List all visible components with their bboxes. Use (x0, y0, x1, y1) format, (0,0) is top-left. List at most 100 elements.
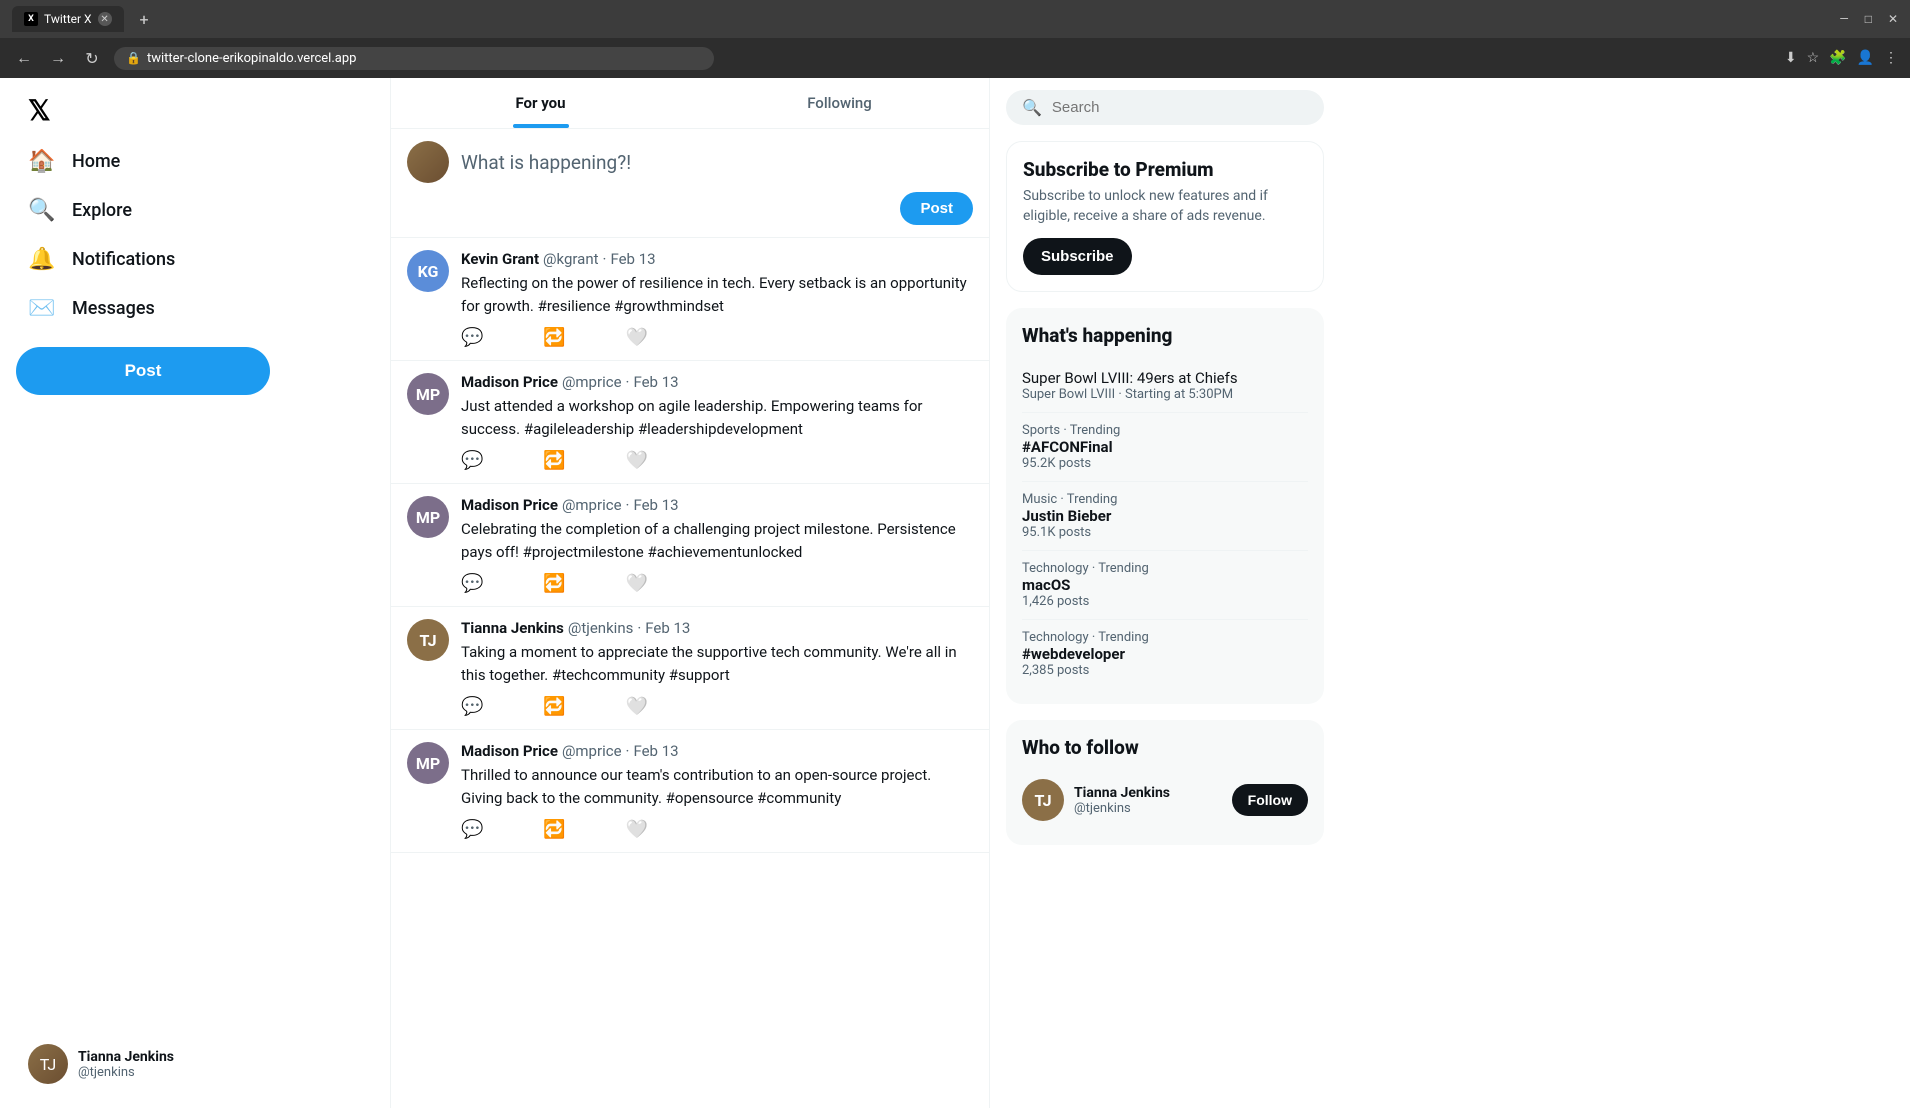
follow-info: Tianna Jenkins @tjenkins (1074, 785, 1222, 816)
like-button[interactable]: 🤍 (626, 819, 648, 840)
tweet-avatar: KG (407, 250, 449, 292)
address-bar[interactable]: 🔒 twitter-clone-erikopinaldo.vercel.app (114, 47, 714, 70)
sidebar-item-explore[interactable]: 🔍 Explore (16, 188, 374, 233)
trend-item-bieber[interactable]: Music · Trending Justin Bieber 95.1K pos… (1022, 482, 1308, 551)
main-feed: For you Following What is happening?! Po… (390, 78, 990, 1108)
like-button[interactable]: 🤍 (626, 450, 648, 471)
subscribe-button[interactable]: Subscribe (1023, 238, 1132, 275)
sidebar-item-home[interactable]: 🏠 Home (16, 139, 374, 184)
tweet-actions: 💬 🔁 🤍 (461, 819, 973, 840)
retweet-button[interactable]: 🔁 (543, 450, 565, 471)
tweet-actions: 💬 🔁 🤍 (461, 573, 973, 594)
tweet-item[interactable]: TJ Tianna Jenkins @tjenkins · Feb 13 Tak… (391, 607, 989, 730)
compose-post-button[interactable]: Post (900, 192, 973, 225)
profile-icon[interactable]: 👤 (1857, 50, 1874, 66)
like-button[interactable]: 🤍 (626, 573, 648, 594)
twitter-logo[interactable]: 𝕏 (16, 86, 374, 135)
user-name: Tianna Jenkins (78, 1049, 174, 1065)
sidebar: 𝕏 🏠 Home 🔍 Explore 🔔 Notifications ✉️ Me… (0, 78, 390, 1108)
minimize-button[interactable]: — (1839, 12, 1848, 26)
tweet-date: Feb 13 (633, 742, 678, 760)
avatar-image: TJ (28, 1044, 68, 1084)
maximize-button[interactable]: □ (1865, 12, 1872, 26)
follow-handle: @tjenkins (1074, 801, 1222, 816)
search-icon: 🔍 (1022, 98, 1042, 117)
retweet-button[interactable]: 🔁 (543, 327, 565, 348)
tweet-separator: · (626, 742, 630, 760)
reply-button[interactable]: 💬 (461, 819, 483, 840)
trend-name: #webdeveloper (1022, 645, 1308, 663)
tab-close-button[interactable]: ✕ (98, 12, 112, 26)
follow-item: TJ Tianna Jenkins @tjenkins Follow (1022, 771, 1308, 829)
search-input[interactable] (1052, 99, 1308, 116)
tweet-date: Feb 13 (633, 496, 678, 514)
home-icon: 🏠 (28, 149, 56, 174)
trend-item-webdev[interactable]: Technology · Trending #webdeveloper 2,38… (1022, 620, 1308, 688)
trend-item-afcon[interactable]: Sports · Trending #AFCONFinal 95.2K post… (1022, 413, 1308, 482)
browser-titlebar: X Twitter X ✕ + — □ ✕ (0, 0, 1910, 38)
sidebar-item-messages[interactable]: ✉️ Messages (16, 286, 374, 331)
reply-button[interactable]: 💬 (461, 696, 483, 717)
back-button[interactable]: ← (12, 48, 36, 68)
tab-for-you[interactable]: For you (391, 78, 690, 128)
tweet-avatar: TJ (407, 619, 449, 661)
tab-favicon: X (24, 12, 38, 26)
tweet-text: Celebrating the completion of a challeng… (461, 518, 973, 563)
sidebar-item-explore-label: Explore (72, 200, 132, 221)
tab-following[interactable]: Following (690, 78, 989, 128)
tweet-separator: · (626, 496, 630, 514)
tab-title: Twitter X (44, 12, 92, 26)
like-button[interactable]: 🤍 (626, 327, 648, 348)
tweet-actions: 💬 🔁 🤍 (461, 696, 973, 717)
explore-icon: 🔍 (28, 198, 56, 223)
tweet-author-handle: @kgrant (543, 250, 599, 268)
follow-button[interactable]: Follow (1232, 784, 1308, 816)
premium-desc: Subscribe to unlock new features and if … (1023, 187, 1307, 226)
retweet-button[interactable]: 🔁 (543, 819, 565, 840)
bookmark-icon[interactable]: ☆ (1807, 50, 1820, 66)
like-button[interactable]: 🤍 (626, 696, 648, 717)
compose-placeholder[interactable]: What is happening?! (461, 141, 973, 184)
user-profile[interactable]: TJ Tianna Jenkins @tjenkins (16, 1036, 186, 1092)
trend-item-macos[interactable]: Technology · Trending macOS 1,426 posts (1022, 551, 1308, 620)
trend-name: Justin Bieber (1022, 507, 1308, 525)
avatar-placeholder: KG (407, 250, 449, 292)
browser-tab[interactable]: X Twitter X ✕ (12, 6, 124, 32)
who-to-follow-title: Who to follow (1022, 736, 1308, 759)
sidebar-item-notifications[interactable]: 🔔 Notifications (16, 237, 374, 282)
follow-avatar: TJ (1022, 779, 1064, 821)
tweet-text: Thrilled to announce our team's contribu… (461, 764, 973, 809)
reply-button[interactable]: 💬 (461, 450, 483, 471)
right-sidebar: 🔍 Subscribe to Premium Subscribe to unlo… (990, 78, 1340, 1108)
avatar-placeholder: MP (407, 496, 449, 538)
retweet-button[interactable]: 🔁 (543, 696, 565, 717)
extensions-icon[interactable]: 🧩 (1829, 50, 1846, 66)
menu-icon[interactable]: ⋮ (1884, 50, 1898, 66)
retweet-button[interactable]: 🔁 (543, 573, 565, 594)
forward-button[interactable]: → (46, 48, 70, 68)
trend-count: 2,385 posts (1022, 663, 1308, 678)
tweet-author-handle: @mprice (562, 373, 622, 391)
avatar-placeholder: MP (407, 373, 449, 415)
tweet-item[interactable]: KG Kevin Grant @kgrant · Feb 13 Reflecti… (391, 238, 989, 361)
user-avatar: TJ (28, 1044, 68, 1084)
tweet-separator: · (603, 250, 607, 268)
tweet-item[interactable]: MP Madison Price @mprice · Feb 13 Celebr… (391, 484, 989, 607)
tweet-actions: 💬 🔁 🤍 (461, 450, 973, 471)
tweet-item[interactable]: MP Madison Price @mprice · Feb 13 Just a… (391, 361, 989, 484)
download-icon[interactable]: ⬇ (1785, 50, 1797, 66)
who-to-follow: Who to follow TJ Tianna Jenkins @tjenkin… (1006, 720, 1324, 845)
feed-tabs: For you Following (391, 78, 989, 129)
reply-button[interactable]: 💬 (461, 327, 483, 348)
tweet-date: Feb 13 (645, 619, 690, 637)
close-window-button[interactable]: ✕ (1888, 12, 1898, 26)
tweet-item[interactable]: MP Madison Price @mprice · Feb 13 Thrill… (391, 730, 989, 853)
tweet-content: Kevin Grant @kgrant · Feb 13 Reflecting … (461, 250, 973, 348)
search-box[interactable]: 🔍 (1006, 90, 1324, 125)
new-tab-button[interactable]: + (132, 6, 157, 33)
reload-button[interactable]: ↻ (80, 49, 104, 68)
trend-item-superbowl[interactable]: Super Bowl LVIII: 49ers at Chiefs Super … (1022, 359, 1308, 413)
reply-button[interactable]: 💬 (461, 573, 483, 594)
tweet-header: Madison Price @mprice · Feb 13 (461, 496, 973, 514)
post-button[interactable]: Post (16, 347, 270, 395)
